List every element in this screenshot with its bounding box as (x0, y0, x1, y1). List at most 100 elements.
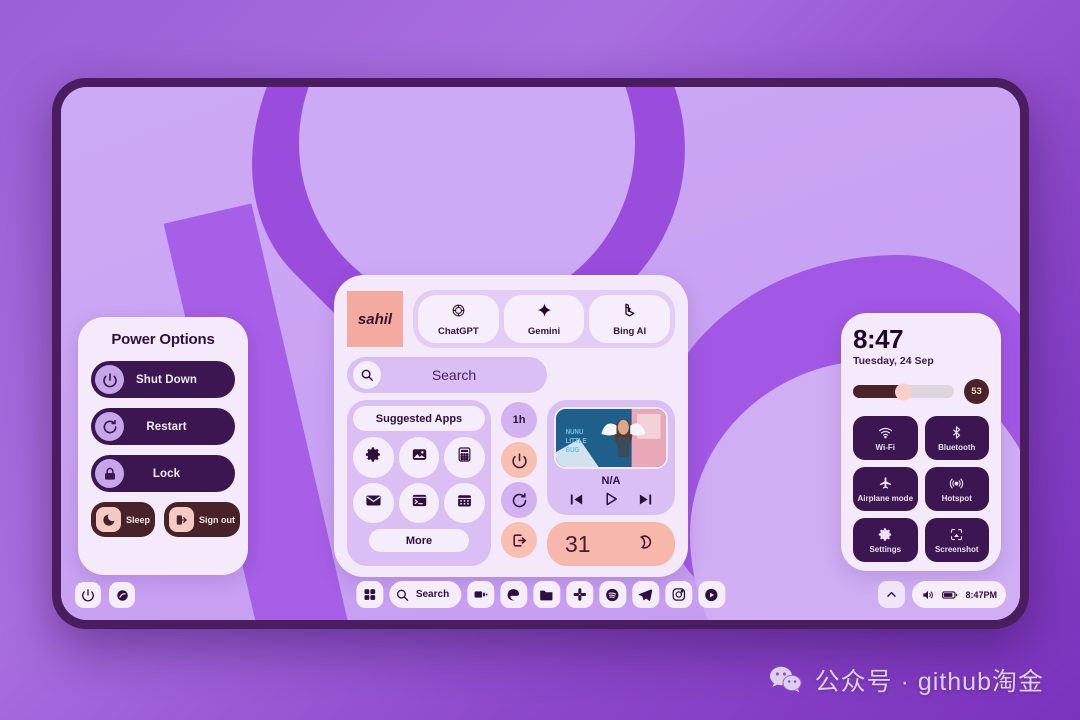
ai-assistant-pills: ChatGPT Gemini Bing AI (413, 290, 675, 348)
sign-out-button[interactable]: Sign out (164, 502, 241, 537)
wifi-label: Wi-Fi (875, 442, 895, 452)
lock-icon (95, 459, 124, 488)
brightness-value-badge: 53 (964, 379, 989, 404)
media-player-card: NUNU LITTLE BUG N/A (547, 400, 675, 515)
taskbar-search-button[interactable]: Search (388, 581, 462, 608)
weather-temperature: 31 (565, 530, 591, 557)
calculator-app-button[interactable] (444, 437, 486, 478)
bing-ai-button[interactable]: Bing AI (589, 295, 671, 343)
center-widget-panel: sahil ChatGPT Gemini Bing AI Search Sugg… (334, 275, 688, 577)
power-icon (511, 452, 527, 468)
control-center-tiles: Wi-Fi Bluetooth Airplane mode Hotspot Se… (853, 416, 989, 562)
wifi-icon (878, 427, 892, 438)
album-art: NUNU LITTLE BUG (554, 407, 668, 469)
restart-icon (95, 412, 124, 441)
file-explorer-button[interactable] (533, 581, 561, 608)
previous-track-button[interactable] (568, 491, 585, 508)
taskbar-power-button[interactable] (75, 582, 101, 608)
hotspot-label: Hotspot (941, 493, 972, 503)
screenshot-label: Screenshot (934, 544, 979, 554)
chatgpt-label: ChatGPT (438, 325, 479, 337)
brightness-slider[interactable] (853, 383, 954, 400)
taskbar-app-button[interactable] (109, 582, 135, 608)
airplane-icon (879, 476, 891, 489)
youtube-icon (705, 588, 718, 601)
quick-actions-strip: 1h (500, 400, 538, 566)
control-center-date: Tuesday, 24 Sep (853, 355, 934, 367)
quick-restart-button[interactable] (501, 482, 537, 518)
suggested-apps-title: Suggested Apps (353, 406, 485, 431)
screenshot-tile[interactable]: Screenshot (924, 518, 989, 562)
next-track-icon (639, 494, 651, 504)
weather-widget[interactable]: 31 (547, 522, 675, 566)
bing-ai-label: Bing AI (613, 325, 647, 337)
spotify-icon (606, 588, 619, 601)
mail-app-button[interactable] (353, 482, 394, 524)
taskbar-center-group: Search (355, 581, 726, 608)
device-frame: Power Options Shut Down Restart Lock Sle… (52, 78, 1029, 629)
telegram-button[interactable] (632, 581, 660, 608)
photos-app-button[interactable] (398, 437, 440, 478)
bluetooth-tile[interactable]: Bluetooth (924, 416, 989, 460)
control-center-time: 8:47 (853, 324, 904, 354)
settings-app-button[interactable] (353, 437, 394, 478)
quick-power-button[interactable] (501, 442, 537, 478)
gemini-label: Gemini (527, 325, 561, 337)
restart-icon (512, 492, 526, 507)
volume-icon (923, 590, 934, 599)
calendar-app-button[interactable] (444, 482, 486, 524)
center-top-row: sahil ChatGPT Gemini Bing AI (347, 288, 675, 350)
previous-track-icon (571, 494, 583, 504)
airplane-mode-label: Airplane mode (857, 493, 914, 503)
restart-button[interactable]: Restart (91, 408, 235, 445)
mail-icon (365, 492, 382, 514)
instagram-icon (672, 588, 685, 601)
more-apps-button[interactable]: More (369, 529, 469, 553)
search-placeholder: Search (431, 367, 477, 383)
lock-button[interactable]: Lock (91, 455, 235, 492)
slack-button[interactable] (566, 581, 594, 608)
youtube-button[interactable] (698, 581, 726, 608)
track-title: N/A (601, 475, 621, 487)
watermark: 公众号 · github淘金 (769, 662, 1044, 698)
play-icon (606, 492, 617, 506)
bluetooth-label: Bluetooth (938, 442, 976, 452)
quick-signout-button[interactable] (501, 522, 537, 558)
tray-status-group[interactable]: 8:47PM (912, 581, 1006, 608)
lock-label: Lock (152, 467, 181, 480)
search-icon (396, 589, 408, 601)
tray-expand-button[interactable] (878, 581, 906, 608)
search-input[interactable]: Search (347, 357, 547, 393)
hotspot-tile[interactable]: Hotspot (924, 467, 989, 511)
airplane-mode-tile[interactable]: Airplane mode (853, 467, 918, 511)
avatar-label: sahil (357, 310, 393, 328)
timer-badge[interactable]: 1h (501, 402, 537, 438)
shut-down-button[interactable]: Shut Down (91, 361, 235, 398)
signout-icon (512, 533, 526, 547)
next-track-button[interactable] (637, 491, 654, 508)
battery-icon (942, 590, 958, 599)
avatar[interactable]: sahil (347, 291, 403, 347)
spotify-button[interactable] (599, 581, 627, 608)
wifi-tile[interactable]: Wi-Fi (853, 416, 918, 460)
calculator-icon (456, 446, 473, 468)
power-icon (82, 589, 94, 602)
chatgpt-icon (450, 302, 467, 324)
edge-button[interactable] (500, 581, 528, 608)
calendar-icon (456, 492, 473, 514)
start-button[interactable] (355, 581, 383, 608)
instagram-button[interactable] (665, 581, 693, 608)
gear-icon (878, 527, 891, 541)
terminal-app-button[interactable] (398, 482, 440, 524)
gemini-button[interactable]: Gemini (503, 295, 585, 343)
suggested-apps-panel: Suggested Apps More (347, 400, 491, 566)
sleep-button[interactable]: Sleep (91, 502, 156, 537)
settings-tile[interactable]: Settings (853, 518, 918, 562)
play-button[interactable] (602, 490, 620, 508)
task-view-button[interactable] (467, 581, 495, 608)
media-controls (554, 490, 668, 508)
chevron-up-icon (887, 591, 897, 597)
slack-icon (573, 588, 586, 601)
chatgpt-button[interactable]: ChatGPT (418, 295, 499, 343)
brightness-slider-knob[interactable] (895, 383, 913, 400)
